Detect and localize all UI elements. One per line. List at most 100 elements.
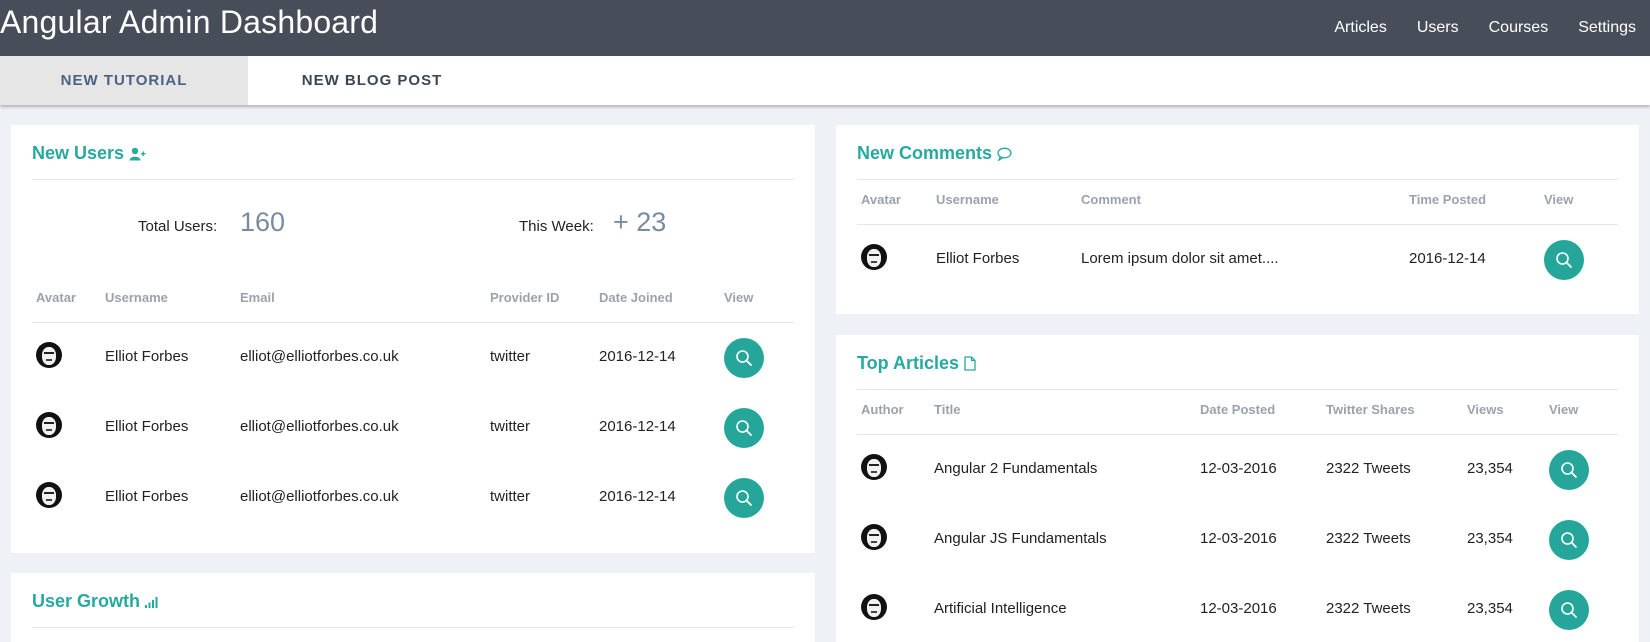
col-avatar: Avatar [36,290,76,305]
row-views: 23,354 [1467,460,1513,477]
avatar [861,454,887,480]
nav-users[interactable]: Users [1417,19,1459,37]
nav-settings[interactable]: Settings [1578,19,1636,37]
card-divider [857,389,1618,390]
avatar [861,524,887,550]
row-username: Elliot Forbes [936,250,1020,267]
top-articles-title: Top Articles [857,353,960,373]
new-users-title: New Users [32,143,125,163]
row-email: elliot@elliotforbes.co.uk [240,488,399,505]
comment-icon [997,147,1012,161]
row-username: Elliot Forbes [105,488,189,505]
table-header-divider [857,224,1618,225]
view-button[interactable] [1549,450,1589,490]
row-date: 12-03-2016 [1200,460,1277,477]
view-button[interactable] [724,478,764,518]
col-email: Email [240,290,275,305]
app-title: Angular Admin Dashboard [0,4,379,40]
col-time-posted: Time Posted [1409,192,1487,207]
row-date: 12-03-2016 [1200,600,1277,617]
nav-articles[interactable]: Articles [1334,19,1386,37]
new-comments-heading: New Comments [857,143,1012,164]
col-view: View [1544,192,1574,207]
row-date: 2016-12-14 [599,488,676,505]
col-date-posted: Date Posted [1200,402,1276,417]
card-divider [857,179,1618,180]
col-title: Title [934,402,961,417]
col-date-joined: Date Joined [599,290,673,305]
search-icon [1561,462,1577,478]
search-icon [1561,532,1577,548]
row-username: Elliot Forbes [105,418,189,435]
view-button[interactable] [1544,240,1584,280]
card-divider [32,627,794,628]
row-title: Artificial Intelligence [934,600,1067,617]
avatar [861,594,887,620]
nav-courses[interactable]: Courses [1489,19,1549,37]
view-button[interactable] [1549,590,1589,630]
col-views: Views [1467,402,1504,417]
search-icon [736,490,752,506]
total-users-label: Total Users: [138,218,218,235]
row-shares: 2322 Tweets [1326,530,1411,547]
new-comments-card: New Comments Avatar Username Comment Tim… [836,125,1639,314]
avatar [861,244,887,270]
avatar [36,482,62,508]
signal-bars-icon [145,596,158,608]
row-date: 2016-12-14 [599,348,676,365]
avatar [36,412,62,438]
search-icon [736,350,752,366]
row-shares: 2322 Tweets [1326,600,1411,617]
row-provider: twitter [490,348,531,365]
card-divider [32,179,794,180]
row-title: Angular 2 Fundamentals [934,460,1098,477]
row-comment: Lorem ipsum dolor sit amet.... [1081,250,1279,267]
view-button[interactable] [1549,520,1589,560]
col-provider-id: Provider ID [490,290,560,305]
col-username: Username [105,290,168,305]
new-users-heading: New Users [32,143,146,164]
search-icon [1561,602,1577,618]
col-view: View [1549,402,1579,417]
row-username: Elliot Forbes [105,348,189,365]
col-avatar: Avatar [861,192,901,207]
top-articles-card: Top Articles Author Title Date Posted Tw… [836,335,1639,642]
row-email: elliot@elliotforbes.co.uk [240,348,399,365]
row-date: 12-03-2016 [1200,530,1277,547]
view-button[interactable] [724,338,764,378]
main-nav: Articles Users Courses Settings [1334,0,1650,56]
document-icon [964,356,976,371]
this-week-label: This Week: [519,218,594,235]
tab-bar: NEW TUTORIAL NEW BLOG POST [0,56,1650,105]
tab-new-tutorial[interactable]: NEW TUTORIAL [0,56,248,105]
search-icon [736,420,752,436]
row-views: 23,354 [1467,530,1513,547]
new-comments-title: New Comments [857,143,993,163]
row-shares: 2322 Tweets [1326,460,1411,477]
col-username: Username [936,192,999,207]
view-button[interactable] [724,408,764,448]
avatar [36,342,62,368]
tab-new-blog-post[interactable]: NEW BLOG POST [248,56,496,105]
row-views: 23,354 [1467,600,1513,617]
table-header-divider [857,434,1618,435]
row-date: 2016-12-14 [599,418,676,435]
col-comment: Comment [1081,192,1141,207]
user-growth-card: User Growth [11,573,815,642]
col-twitter-shares: Twitter Shares [1326,402,1415,417]
total-users-value: 160 [240,207,286,237]
search-icon [1556,252,1572,268]
top-navbar: Angular Admin Dashboard Articles Users C… [0,0,1650,56]
top-articles-heading: Top Articles [857,353,976,374]
row-time: 2016-12-14 [1409,250,1486,267]
new-users-card: New Users Total Users: 160 This Week: + … [11,125,815,553]
row-provider: twitter [490,418,531,435]
user-growth-title: User Growth [32,591,141,611]
this-week-value: + 23 [613,207,667,237]
table-header-divider [32,322,794,323]
row-email: elliot@elliotforbes.co.uk [240,418,399,435]
col-author: Author [861,402,904,417]
add-user-icon [129,147,146,160]
row-title: Angular JS Fundamentals [934,530,1107,547]
row-provider: twitter [490,488,531,505]
